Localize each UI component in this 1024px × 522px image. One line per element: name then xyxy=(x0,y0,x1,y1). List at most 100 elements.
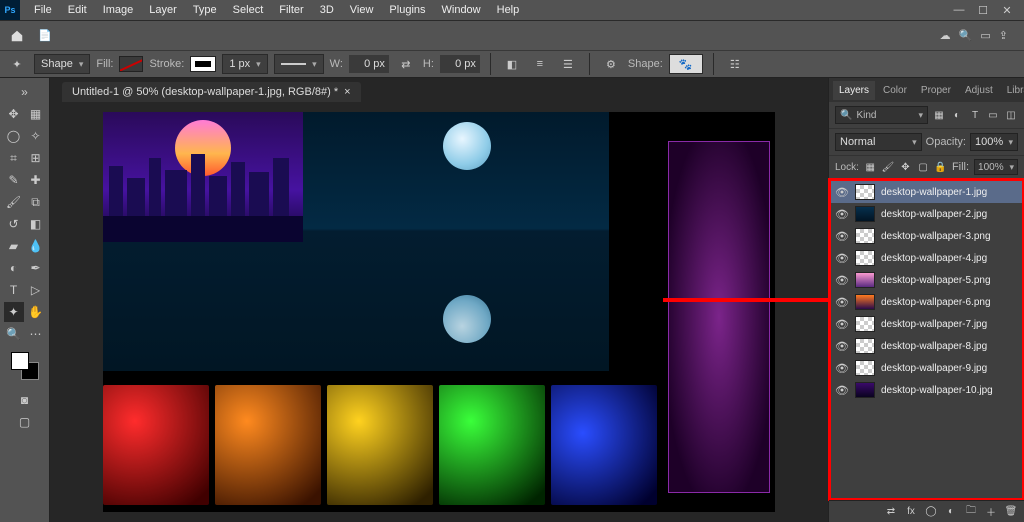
layer-thumbnail[interactable] xyxy=(855,316,875,332)
layer-row[interactable]: 👁 desktop-wallpaper-8.jpg xyxy=(829,335,1024,357)
heal-tool[interactable]: ✚ xyxy=(26,170,46,190)
layer-name[interactable]: desktop-wallpaper-8.jpg xyxy=(881,341,987,352)
menu-3d[interactable]: 3D xyxy=(314,2,340,18)
layer-row[interactable]: 👁 desktop-wallpaper-10.jpg xyxy=(829,379,1024,401)
layer-name[interactable]: desktop-wallpaper-7.jpg xyxy=(881,319,987,330)
maximize-button[interactable]: ☐ xyxy=(976,4,990,17)
zoom-tool[interactable]: 🔍 xyxy=(4,324,24,344)
edit-toolbar[interactable]: ⋯ xyxy=(26,324,46,344)
lock-pixels-icon[interactable]: ▦ xyxy=(864,160,877,174)
menu-view[interactable]: View xyxy=(344,2,380,18)
visibility-toggle-icon[interactable]: 👁 xyxy=(835,185,849,199)
image-magenta-swirl[interactable] xyxy=(669,142,769,492)
layer-name[interactable]: desktop-wallpaper-1.jpg xyxy=(881,187,987,198)
dodge-tool[interactable]: ◐ xyxy=(4,258,24,278)
layer-row[interactable]: 👁 desktop-wallpaper-6.png xyxy=(829,291,1024,313)
canvas-viewport[interactable] xyxy=(50,102,828,522)
link-wh-icon[interactable]: ⇄ xyxy=(395,53,417,75)
menu-layer[interactable]: Layer xyxy=(143,2,183,18)
path-select-tool[interactable]: ▷ xyxy=(26,280,46,300)
menu-type[interactable]: Type xyxy=(187,2,223,18)
tool-preset-icon[interactable]: ✦ xyxy=(6,53,28,75)
layer-thumbnail[interactable] xyxy=(855,382,875,398)
home-button[interactable] xyxy=(6,25,28,47)
foreground-background-colors[interactable] xyxy=(11,352,39,380)
filter-adjust-icon[interactable]: ◐ xyxy=(950,108,964,122)
image-green-abstract[interactable] xyxy=(439,385,545,505)
tab-properties[interactable]: Proper xyxy=(915,81,957,100)
layer-row[interactable]: 👁desktop-wallpaper-4.jpg xyxy=(829,247,1024,269)
filter-shape-icon[interactable]: ▭ xyxy=(986,108,1000,122)
chevron-icon[interactable]: » xyxy=(15,82,35,102)
filter-smart-icon[interactable]: ◫ xyxy=(1004,108,1018,122)
visibility-toggle-icon[interactable]: 👁 xyxy=(835,229,849,243)
eyedropper-tool[interactable]: ✎ xyxy=(4,170,24,190)
tab-layers[interactable]: Layers xyxy=(833,81,875,100)
layer-name[interactable]: desktop-wallpaper-9.jpg xyxy=(881,363,987,374)
lock-artboard-icon[interactable]: ▢ xyxy=(917,160,930,174)
link-layers-icon[interactable]: ⇄ xyxy=(884,505,898,519)
new-layer-icon[interactable]: ＋ xyxy=(984,505,998,519)
lasso-tool[interactable]: ◯ xyxy=(4,126,24,146)
screen-mode-icon[interactable]: ▢ xyxy=(15,412,35,432)
align-edges-icon[interactable]: ☷ xyxy=(724,53,746,75)
menu-edit[interactable]: Edit xyxy=(62,2,93,18)
layer-filter-dropdown[interactable]: 🔍 Kind▾ xyxy=(835,106,928,124)
adjustment-layer-icon[interactable]: ◐ xyxy=(944,505,958,519)
brush-tool[interactable]: 🖌 xyxy=(4,192,24,212)
filter-type-icon[interactable]: T xyxy=(968,108,982,122)
lock-position-icon[interactable]: ✥ xyxy=(899,160,912,174)
image-orange-abstract[interactable] xyxy=(215,385,321,505)
recent-icon[interactable]: 📄 xyxy=(34,25,56,47)
menu-window[interactable]: Window xyxy=(436,2,487,18)
crop-tool[interactable]: ⌗ xyxy=(4,148,24,168)
layer-name[interactable]: desktop-wallpaper-5.png xyxy=(881,275,991,286)
path-ops-icon[interactable]: ◧ xyxy=(501,53,523,75)
arrange-icon[interactable]: ☰ xyxy=(557,53,579,75)
quick-mask-icon[interactable]: ◙ xyxy=(15,390,35,410)
layer-thumbnail[interactable] xyxy=(855,206,875,222)
blur-tool[interactable]: 💧 xyxy=(26,236,46,256)
layer-name[interactable]: desktop-wallpaper-6.png xyxy=(881,297,991,308)
tab-adjustments[interactable]: Adjust xyxy=(959,81,999,100)
gear-icon[interactable]: ⚙ xyxy=(600,53,622,75)
layer-row[interactable]: 👁desktop-wallpaper-9.jpg xyxy=(829,357,1024,379)
stroke-style-dropdown[interactable]: ▾ xyxy=(274,54,324,74)
layer-thumbnail[interactable] xyxy=(855,294,875,310)
image-synthwave-city[interactable] xyxy=(103,112,303,242)
menu-plugins[interactable]: Plugins xyxy=(383,2,431,18)
layer-thumbnail[interactable] xyxy=(855,228,875,244)
layer-row[interactable]: 👁desktop-wallpaper-3.png xyxy=(829,225,1024,247)
opacity-field[interactable]: 100%▾ xyxy=(970,133,1018,151)
stroke-width-field[interactable]: 1 px▾ xyxy=(222,54,267,74)
workspace-icon[interactable]: ▭ xyxy=(980,29,990,42)
image-blue-abstract[interactable] xyxy=(551,385,657,505)
layer-thumbnail[interactable] xyxy=(855,184,875,200)
document-tab[interactable]: Untitled-1 @ 50% (desktop-wallpaper-1.jp… xyxy=(62,82,361,102)
layer-thumbnail[interactable] xyxy=(855,338,875,354)
hand-tool[interactable]: ✋ xyxy=(26,302,46,322)
tab-color[interactable]: Color xyxy=(877,81,913,100)
quick-select-tool[interactable]: ✧ xyxy=(26,126,46,146)
visibility-toggle-icon[interactable]: 👁 xyxy=(835,383,849,397)
search-icon[interactable]: 🔍 xyxy=(959,29,973,42)
frame-tool[interactable]: ⊞ xyxy=(26,148,46,168)
close-tab-icon[interactable]: × xyxy=(344,86,350,98)
visibility-toggle-icon[interactable]: 👁 xyxy=(835,295,849,309)
menu-image[interactable]: Image xyxy=(97,2,140,18)
lock-paint-icon[interactable]: 🖌 xyxy=(881,160,894,174)
visibility-toggle-icon[interactable]: 👁 xyxy=(835,339,849,353)
group-icon[interactable]: 🗀 xyxy=(964,505,978,519)
image-yellow-abstract[interactable] xyxy=(327,385,433,505)
artboard-tool[interactable]: ▦ xyxy=(26,104,46,124)
pen-tool[interactable]: ✒ xyxy=(26,258,46,278)
gradient-tool[interactable]: ▰ xyxy=(4,236,24,256)
menu-select[interactable]: Select xyxy=(227,2,270,18)
layer-name[interactable]: desktop-wallpaper-10.jpg xyxy=(881,385,993,396)
stroke-swatch[interactable] xyxy=(190,56,216,72)
type-tool[interactable]: T xyxy=(4,280,24,300)
custom-shape-picker[interactable]: 🐾 xyxy=(669,54,703,74)
layer-row[interactable]: 👁desktop-wallpaper-2.jpg xyxy=(829,203,1024,225)
mask-icon[interactable]: ◯ xyxy=(924,505,938,519)
layer-name[interactable]: desktop-wallpaper-4.jpg xyxy=(881,253,987,264)
